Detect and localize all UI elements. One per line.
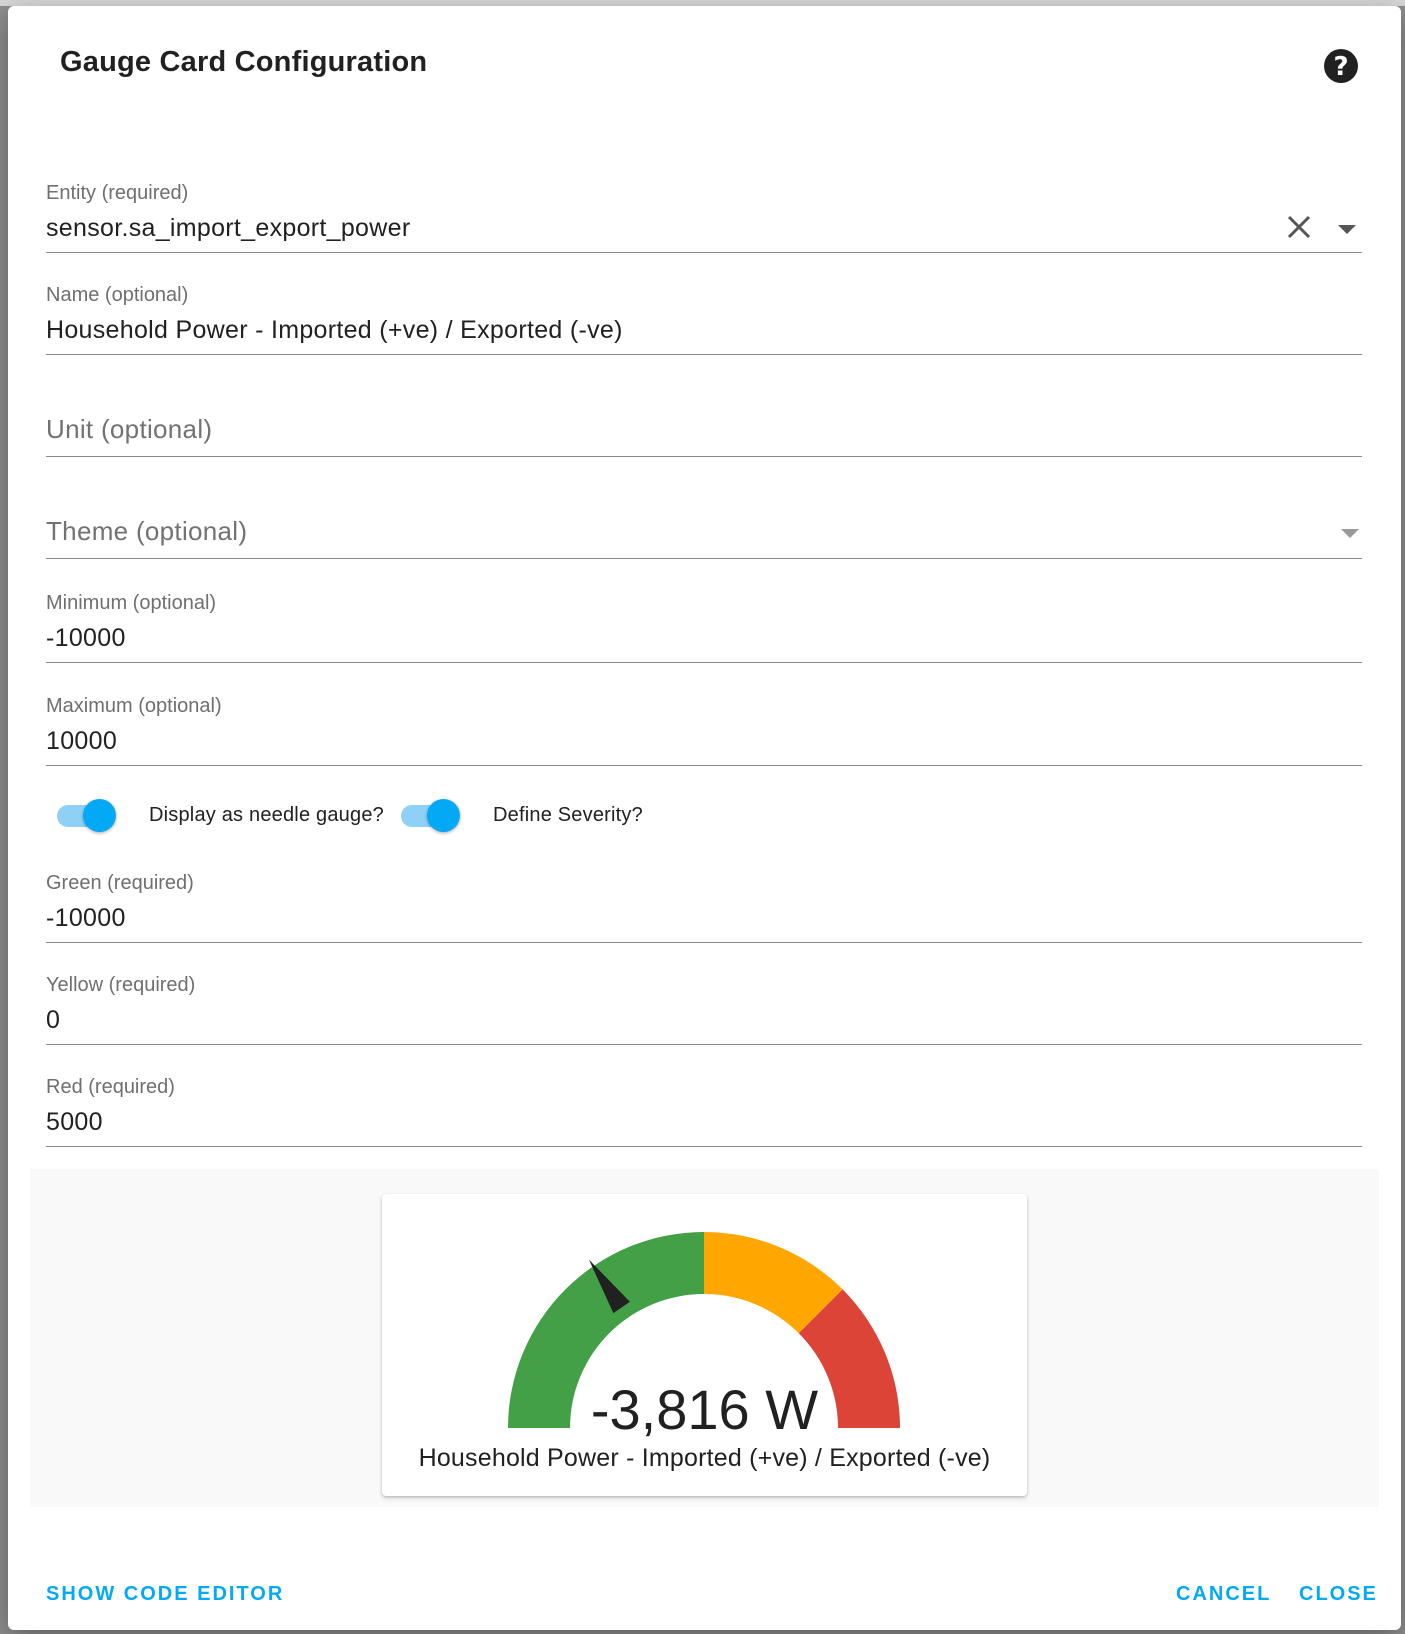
unit-input[interactable]: Unit (optional) bbox=[46, 414, 212, 445]
name-input[interactable]: Household Power - Imported (+ve) / Expor… bbox=[46, 316, 623, 345]
entity-field[interactable]: Entity (required) sensor.sa_import_expor… bbox=[46, 176, 1362, 253]
show-code-editor-button[interactable]: SHOW CODE EDITOR bbox=[46, 1583, 284, 1606]
cancel-button[interactable]: CANCEL bbox=[1176, 1583, 1271, 1606]
switch-thumb bbox=[83, 799, 116, 832]
close-button[interactable]: CLOSE bbox=[1299, 1583, 1378, 1606]
yellow-field[interactable]: Yellow (required) 0 bbox=[46, 968, 1362, 1045]
red-input[interactable]: 5000 bbox=[46, 1108, 103, 1137]
svg-text:?: ? bbox=[1333, 52, 1348, 82]
theme-field[interactable]: Theme (optional) bbox=[46, 482, 1362, 559]
entity-label: Entity (required) bbox=[46, 182, 189, 204]
yellow-input[interactable]: 0 bbox=[46, 1006, 60, 1035]
theme-select[interactable]: Theme (optional) bbox=[46, 516, 247, 547]
chevron-down-icon[interactable] bbox=[1336, 222, 1358, 236]
gauge-card-config-dialog: Gauge Card Configuration ? Entity (requi… bbox=[8, 6, 1401, 1630]
define-severity-toggle[interactable] bbox=[399, 795, 461, 835]
gauge-card-preview[interactable]: -3,816 W Household Power - Imported (+ve… bbox=[382, 1194, 1027, 1496]
maximum-field[interactable]: Maximum (optional) 10000 bbox=[46, 689, 1362, 766]
dialog-title: Gauge Card Configuration bbox=[60, 46, 428, 78]
help-icon[interactable]: ? bbox=[1323, 48, 1359, 84]
needle-gauge-toggle[interactable] bbox=[55, 795, 117, 835]
name-label: Name (optional) bbox=[46, 284, 189, 306]
green-field[interactable]: Green (required) -10000 bbox=[46, 866, 1362, 943]
clear-icon[interactable] bbox=[1285, 213, 1313, 241]
maximum-label: Maximum (optional) bbox=[46, 695, 222, 717]
unit-field[interactable]: Unit (optional) bbox=[46, 380, 1362, 457]
green-input[interactable]: -10000 bbox=[46, 904, 126, 933]
red-field[interactable]: Red (required) 5000 bbox=[46, 1070, 1362, 1147]
needle-gauge-label: Display as needle gauge? bbox=[149, 804, 384, 826]
minimum-input[interactable]: -10000 bbox=[46, 624, 126, 653]
entity-input[interactable]: sensor.sa_import_export_power bbox=[46, 214, 410, 243]
maximum-input[interactable]: 10000 bbox=[46, 727, 117, 756]
define-severity-label: Define Severity? bbox=[493, 804, 643, 826]
chevron-down-icon[interactable] bbox=[1339, 526, 1361, 540]
red-label: Red (required) bbox=[46, 1076, 175, 1098]
name-field[interactable]: Name (optional) Household Power - Import… bbox=[46, 278, 1362, 355]
green-label: Green (required) bbox=[46, 872, 194, 894]
minimum-field[interactable]: Minimum (optional) -10000 bbox=[46, 586, 1362, 663]
switch-thumb bbox=[427, 799, 460, 832]
gauge-name: Household Power - Imported (+ve) / Expor… bbox=[418, 1444, 991, 1472]
yellow-label: Yellow (required) bbox=[46, 974, 196, 996]
gauge-value: -3,816 W bbox=[590, 1378, 819, 1441]
minimum-label: Minimum (optional) bbox=[46, 592, 217, 614]
